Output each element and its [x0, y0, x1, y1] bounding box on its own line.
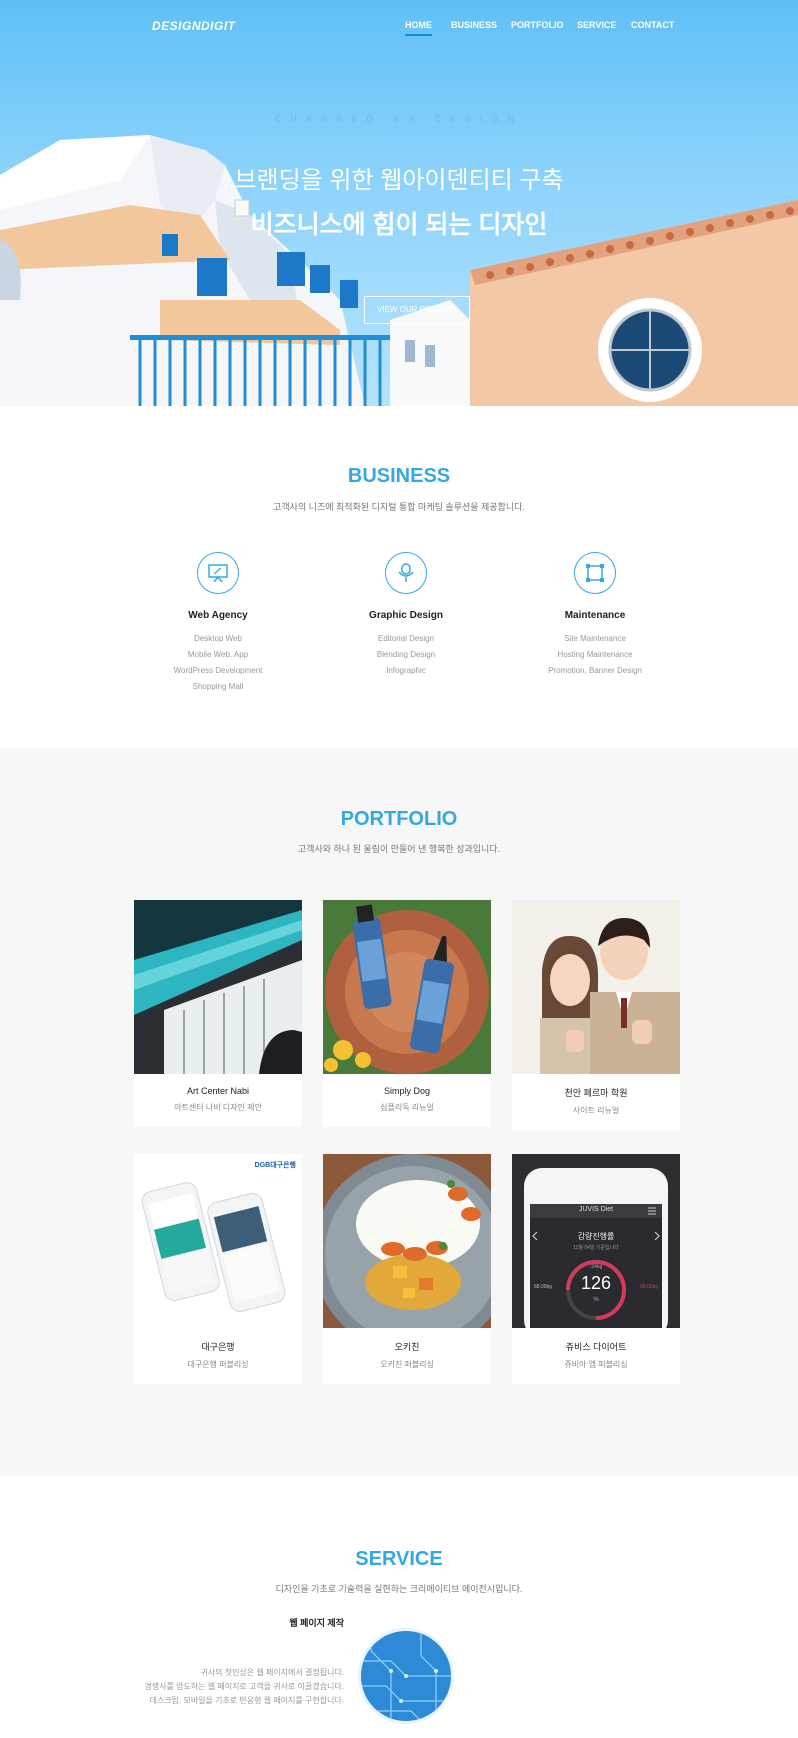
nav-portfolio[interactable]: PORTFOLIO	[511, 20, 564, 30]
portfolio-title: 오키친	[394, 1342, 420, 1352]
dgb-logo: DGB대구은행	[254, 1162, 296, 1169]
nav-business[interactable]: BUSINESS	[451, 20, 497, 30]
portfolio-image: JUVIS Diet 감량진행률 11월 04일 기준입니다 -24kg 126…	[512, 1154, 680, 1328]
hero-building-image	[0, 135, 798, 406]
pen-tool-icon	[385, 552, 427, 594]
portfolio-card-art-center-nabi[interactable]: Art Center Nabi 아트센터 나비 디자인 제안	[134, 900, 302, 1127]
business-item: Editorial Design	[377, 634, 435, 643]
hero-section: DESIGNDIGIT HOME BUSINESS PORTFOLIO SERV…	[0, 0, 798, 406]
portfolio-sub: 쥬비아 앱 퍼블리싱	[564, 1360, 628, 1369]
service-item-desc: 귀사의 첫인상은 웹 페이지에서 결정됩니다. 경쟁사를 압도하는 웹 페이지로…	[80, 1666, 344, 1708]
portfolio-subtitle: 고객사와 하나 된 울림이 만들어 낸 행복한 성과입니다.	[297, 844, 501, 854]
business-col-graphic-design: Graphic Design Editorial Design Blending…	[316, 552, 496, 679]
nav-home[interactable]: HOME	[405, 20, 432, 36]
site-logo[interactable]: DESIGNDIGIT	[152, 19, 236, 33]
portfolio-title: Art Center Nabi	[186, 1086, 250, 1096]
business-name: Web Agency	[188, 610, 248, 621]
app-name: JUVIS Diet	[578, 1206, 614, 1213]
business-item: Infographic	[386, 666, 426, 675]
portfolio-card-simply-dog[interactable]: Simply Dog 심플리독 리뉴얼	[323, 900, 491, 1127]
portfolio-title: 천안 페르마 학원	[564, 1088, 628, 1098]
service-desc-line: 귀사의 첫인상은 웹 페이지에서 결정됩니다.	[200, 1668, 344, 1677]
portfolio-sub: 대구은행 퍼블리싱	[187, 1360, 249, 1369]
portfolio-sub: 심플리독 리뉴얼	[380, 1103, 434, 1112]
hero-title: 브랜딩을 위한 웹아이덴티티 구축	[234, 167, 564, 194]
app-unit: %	[593, 1297, 599, 1303]
service-subtitle: 디자인을 기초로 기술력을 실현하는 크리에이티브 에이전시입니다.	[275, 1584, 523, 1594]
portfolio-card-okitchen[interactable]: 오키친 오키친 퍼블리싱	[323, 1154, 491, 1384]
hero-subtitle: 비즈니스에 힘이 되는 디자인	[250, 211, 548, 239]
business-item: Site Maintenance	[564, 634, 626, 643]
portfolio-title: Simply Dog	[383, 1086, 430, 1096]
portfolio-image	[512, 900, 680, 1074]
business-item: Promotion, Banner Design	[548, 666, 642, 675]
business-col-web-agency: Web Agency Desktop Web Mobile Web, App W…	[128, 552, 308, 695]
portfolio-title: 대구은행	[201, 1342, 235, 1352]
business-subtitle: 고객사의 니즈에 최적화된 디지털 통합 마케팅 솔루션을 제공합니다.	[273, 502, 525, 512]
app-date: 11월 04일 기준입니다	[573, 1245, 619, 1251]
nav-service[interactable]: SERVICE	[577, 20, 616, 30]
portfolio-card-juvis-diet[interactable]: JUVIS Diet 감량진행률 11월 04일 기준입니다 -24kg 126…	[512, 1154, 680, 1384]
business-item: WordPress Development	[173, 666, 263, 675]
portfolio-card-ferma-academy[interactable]: 천안 페르마 학원 사이트 리뉴얼	[512, 900, 680, 1130]
business-name: Maintenance	[564, 610, 626, 621]
portfolio-sub: 사이트 리뉴얼	[572, 1106, 620, 1115]
service-image	[358, 1628, 454, 1724]
portfolio-card-dgb-bank[interactable]: DGB대구은행 대구은행 대구은행 퍼블리싱	[134, 1154, 302, 1384]
service-desc-line: 데스크탑, 모바일을 기초로 반응형 웹 페이지를 구현합니다.	[149, 1696, 344, 1705]
app-heading: 감량진행률	[577, 1232, 615, 1241]
nav-contact[interactable]: CONTACT	[631, 20, 674, 30]
app-right-weight: 68.00kg	[640, 1284, 658, 1290]
business-title: BUSINESS	[347, 465, 451, 487]
business-item: Desktop Web	[194, 634, 242, 643]
business-item: Mobile Web, App	[187, 650, 249, 659]
hero-kicker: CHANBED BY DESIGN	[274, 114, 524, 124]
business-col-maintenance: Maintenance Site Maintenance Hosting Mai…	[505, 552, 685, 679]
portfolio-image	[323, 1154, 491, 1328]
app-delta: -24kg	[589, 1264, 603, 1270]
service-desc-line: 경쟁사를 압도하는 웹 페이지로 고객을 귀사로 이끌겠습니다.	[144, 1682, 344, 1691]
portfolio-title: PORTFOLIO	[340, 808, 458, 830]
portfolio-image: DGB대구은행	[134, 1154, 302, 1328]
portfolio-sub: 아트센터 나비 디자인 제안	[174, 1103, 262, 1112]
portfolio-title: 쥬비스 다이어트	[565, 1342, 627, 1352]
monitor-icon	[197, 552, 239, 594]
portfolio-image	[323, 900, 491, 1074]
portfolio-sub: 오키친 퍼블리싱	[380, 1360, 434, 1369]
view-project-button[interactable]: VIEW OUR PROJECT	[364, 296, 470, 324]
business-name: Graphic Design	[369, 610, 443, 621]
crop-frame-icon	[574, 552, 616, 594]
business-item: Shopping Mall	[192, 682, 244, 691]
business-item: Hosting Maintenance	[557, 650, 633, 659]
app-left-weight: 68.00kg	[534, 1284, 552, 1290]
service-item-title: 웹 페이지 제작	[289, 1618, 344, 1628]
service-title: SERVICE	[355, 1548, 443, 1570]
business-item: Blending Design	[376, 650, 436, 659]
portfolio-image	[134, 900, 302, 1074]
